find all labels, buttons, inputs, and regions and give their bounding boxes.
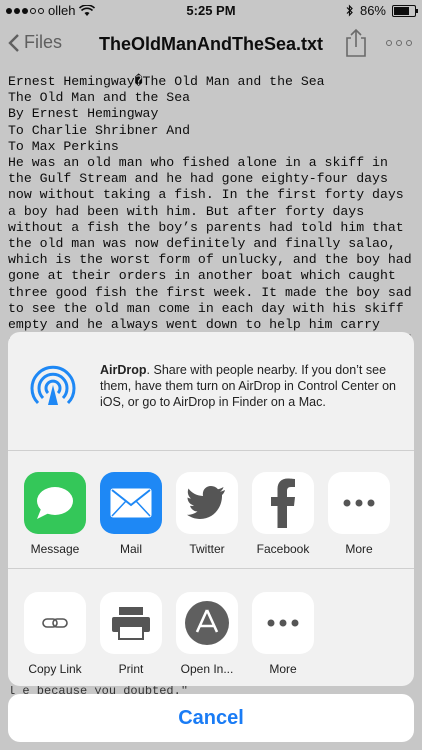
airdrop-icon [30, 365, 76, 405]
share-facebook-label: Facebook [256, 542, 310, 556]
action-copy-link[interactable]: Copy Link [20, 592, 90, 676]
share-mail[interactable]: Mail [96, 472, 166, 556]
share-more-apps[interactable]: More [324, 472, 394, 556]
printer-icon [100, 592, 162, 654]
action-print-label: Print [118, 662, 144, 676]
share-message-label: Message [30, 542, 80, 556]
more-icon [252, 592, 314, 654]
facebook-icon [252, 472, 314, 534]
link-icon [24, 592, 86, 654]
share-message[interactable]: Message [20, 472, 90, 556]
airdrop-section[interactable]: AirDrop. Share with people nearby. If yo… [8, 332, 414, 451]
share-apps-row: Message Mail Twitter Facebook More [8, 450, 414, 569]
action-more[interactable]: More [248, 592, 318, 676]
cancel-button[interactable]: Cancel [8, 694, 414, 742]
share-actions-row: Copy Link Print Open In... More [8, 568, 414, 686]
twitter-icon [176, 472, 238, 534]
action-more-label: More [269, 662, 297, 676]
share-facebook[interactable]: Facebook [248, 472, 318, 556]
action-print[interactable]: Print [96, 592, 166, 676]
share-twitter-label: Twitter [189, 542, 225, 556]
share-mail-label: Mail [119, 542, 142, 556]
airdrop-description: AirDrop. Share with people nearby. If yo… [100, 362, 404, 410]
share-sheet: AirDrop. Share with people nearby. If yo… [8, 332, 414, 686]
action-open-in[interactable]: Open In... [172, 592, 242, 676]
more-icon [328, 472, 390, 534]
message-icon [24, 472, 86, 534]
app-store-icon [176, 592, 238, 654]
airdrop-title: AirDrop [100, 363, 147, 377]
action-copy-link-label: Copy Link [28, 662, 82, 676]
share-more-apps-label: More [345, 542, 373, 556]
mail-icon [100, 472, 162, 534]
share-twitter[interactable]: Twitter [172, 472, 242, 556]
action-open-in-label: Open In... [180, 662, 234, 676]
